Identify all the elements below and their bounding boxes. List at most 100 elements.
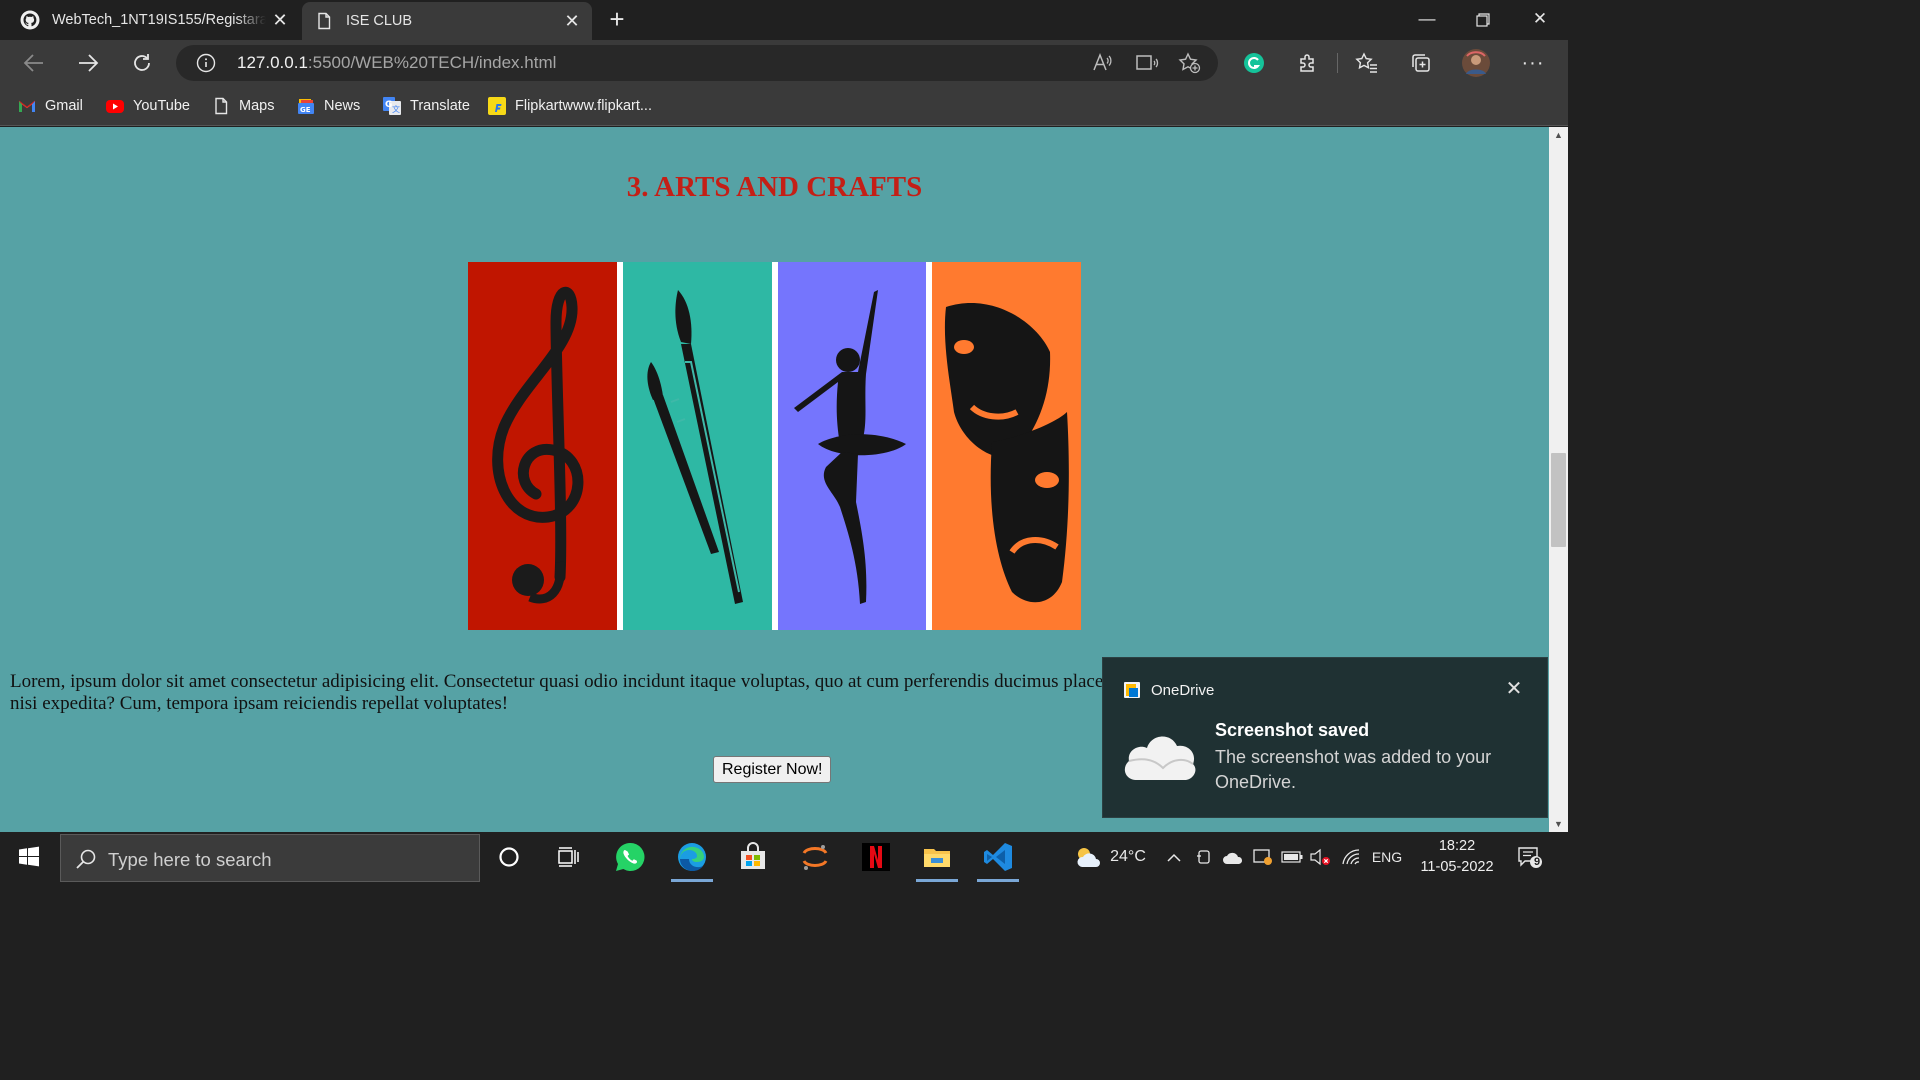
wifi-icon xyxy=(1342,849,1360,865)
bookmark-gmail[interactable]: Gmail xyxy=(17,94,83,118)
bookmark-maps[interactable]: Maps xyxy=(211,94,274,118)
bookmark-news[interactable]: GE News xyxy=(296,94,360,118)
notification-app-name: OneDrive xyxy=(1151,681,1215,699)
read-aloud-button[interactable] xyxy=(1087,48,1117,78)
new-tab-button[interactable]: + xyxy=(603,6,631,33)
arrow-right-icon xyxy=(79,54,99,72)
notification-header: OneDrive xyxy=(1123,681,1214,699)
tab-title: ISE CLUB xyxy=(346,13,413,29)
register-now-button[interactable]: Register Now! xyxy=(713,756,832,783)
minimize-button[interactable]: — xyxy=(1399,0,1455,40)
add-favorite-button[interactable] xyxy=(1175,48,1205,78)
tab-ise-club[interactable]: ISE CLUB ✕ xyxy=(302,2,592,40)
cortana-button[interactable] xyxy=(480,832,538,882)
vscode-icon xyxy=(984,843,1012,871)
immersive-reader-button[interactable] xyxy=(1132,48,1162,78)
chevron-up-icon xyxy=(1167,853,1181,862)
file-explorer-button[interactable] xyxy=(908,832,966,882)
address-bar[interactable]: 127.0.0.1:5500/WEB%20TECH/index.html xyxy=(176,45,1218,81)
google-translate-icon: G文 xyxy=(383,97,401,115)
taskbar-clock[interactable]: 18:22 11-05-2022 xyxy=(1412,836,1502,878)
favorites-icon xyxy=(1355,52,1377,73)
extensions-button[interactable] xyxy=(1293,48,1323,78)
scroll-up-arrow-icon[interactable]: ▲ xyxy=(1549,127,1568,143)
vscode-button[interactable] xyxy=(969,832,1027,882)
temperature: 24°C xyxy=(1110,848,1146,865)
cloud-icon xyxy=(1124,736,1196,780)
forward-button[interactable] xyxy=(71,46,105,80)
restore-button[interactable] xyxy=(1455,0,1511,40)
back-button[interactable] xyxy=(17,46,51,80)
bookmark-label: Maps xyxy=(239,98,275,114)
section-heading: 3. ARTS AND CRAFTS xyxy=(626,171,923,203)
flipkart-icon xyxy=(488,97,506,115)
jupyter-button[interactable] xyxy=(786,832,844,882)
taskbar-search-box[interactable]: Type here to search xyxy=(60,834,480,882)
wifi-tray[interactable] xyxy=(1339,832,1363,882)
notification-count: 9 xyxy=(1534,856,1541,868)
language-indicator[interactable]: ENG xyxy=(1368,832,1406,882)
bookmark-flipkart[interactable]: Flipkartwww.flipkart... xyxy=(487,94,652,118)
battery-tray[interactable] xyxy=(1280,832,1304,882)
settings-menu-button[interactable]: ··· xyxy=(1518,48,1548,78)
paint-brushes-panel xyxy=(623,262,772,630)
store-button[interactable] xyxy=(724,832,782,882)
info-icon[interactable] xyxy=(196,53,216,73)
battery-icon xyxy=(1281,851,1303,863)
arts-image xyxy=(468,262,1081,630)
task-view-button[interactable] xyxy=(539,832,597,882)
search-placeholder: Type here to search xyxy=(108,849,272,870)
profile-button[interactable] xyxy=(1461,48,1491,78)
collections-icon xyxy=(1412,54,1430,72)
whatsapp-button[interactable] xyxy=(601,832,659,882)
action-center-button[interactable]: 9 xyxy=(1510,832,1550,882)
refresh-button[interactable] xyxy=(125,46,159,80)
onedrive-app-icon xyxy=(1124,682,1140,698)
tab-github[interactable]: WebTech_1NT19IS155/Registaration ✕ xyxy=(8,0,300,40)
favorites-button[interactable] xyxy=(1352,48,1382,78)
bookmarks-bar: Gmail YouTube Maps GE News G文 Translate … xyxy=(0,86,1568,126)
bookmark-label: News xyxy=(324,98,361,114)
page-scrollbar[interactable]: ▲ ▼ xyxy=(1549,127,1568,832)
page-icon xyxy=(318,12,331,30)
more-icon: ··· xyxy=(1521,52,1545,74)
avatar xyxy=(1462,49,1490,77)
read-aloud-icon xyxy=(1093,52,1112,71)
language-label: ENG xyxy=(1371,849,1403,865)
close-window-button[interactable]: ✕ xyxy=(1512,0,1568,40)
volume-tray[interactable] xyxy=(1308,832,1332,882)
show-hidden-icons-button[interactable] xyxy=(1162,832,1186,882)
grammarly-button[interactable] xyxy=(1239,48,1269,78)
bookmark-youtube[interactable]: YouTube xyxy=(105,94,190,118)
close-notification-icon[interactable]: ✕ xyxy=(1503,678,1525,700)
windows-logo-icon xyxy=(19,846,39,867)
meet-now-tray[interactable] xyxy=(1193,832,1215,882)
clef-dot xyxy=(512,564,544,596)
edge-button[interactable] xyxy=(663,832,721,882)
windows-taskbar: Type here to search 24°C ENG 18:22 11-05… xyxy=(0,832,1568,882)
scroll-down-arrow-icon[interactable]: ▼ xyxy=(1549,816,1568,832)
star-add-icon xyxy=(1178,52,1201,74)
start-button[interactable] xyxy=(0,832,58,882)
github-icon xyxy=(20,10,40,30)
bookmark-translate[interactable]: G文 Translate xyxy=(382,94,470,118)
close-tab-icon[interactable]: ✕ xyxy=(270,10,290,30)
volume-muted-icon xyxy=(1310,848,1330,866)
onedrive-tray[interactable] xyxy=(1221,832,1245,882)
screen-capture-tray[interactable] xyxy=(1251,832,1275,882)
weather-widget[interactable]: 24°C xyxy=(1065,832,1155,882)
scrollbar-thumb[interactable] xyxy=(1551,453,1566,547)
netflix-button[interactable] xyxy=(847,832,905,882)
meet-now-icon xyxy=(1197,850,1210,864)
url-host: 127.0.0.1 xyxy=(237,53,308,72)
gmail-icon xyxy=(18,100,36,112)
svg-text:GE: GE xyxy=(300,106,311,114)
bookmark-label: YouTube xyxy=(133,98,190,114)
onedrive-notification[interactable]: OneDrive ✕ Screenshot saved The screensh… xyxy=(1102,657,1548,818)
close-tab-icon[interactable]: ✕ xyxy=(562,11,582,31)
cortana-icon xyxy=(499,847,519,867)
refresh-icon xyxy=(134,54,150,71)
collections-button[interactable] xyxy=(1406,48,1436,78)
bookmark-label: Flipkartwww.flipkart... xyxy=(515,98,652,114)
url-text: 127.0.0.1:5500/WEB%20TECH/index.html xyxy=(237,53,556,73)
